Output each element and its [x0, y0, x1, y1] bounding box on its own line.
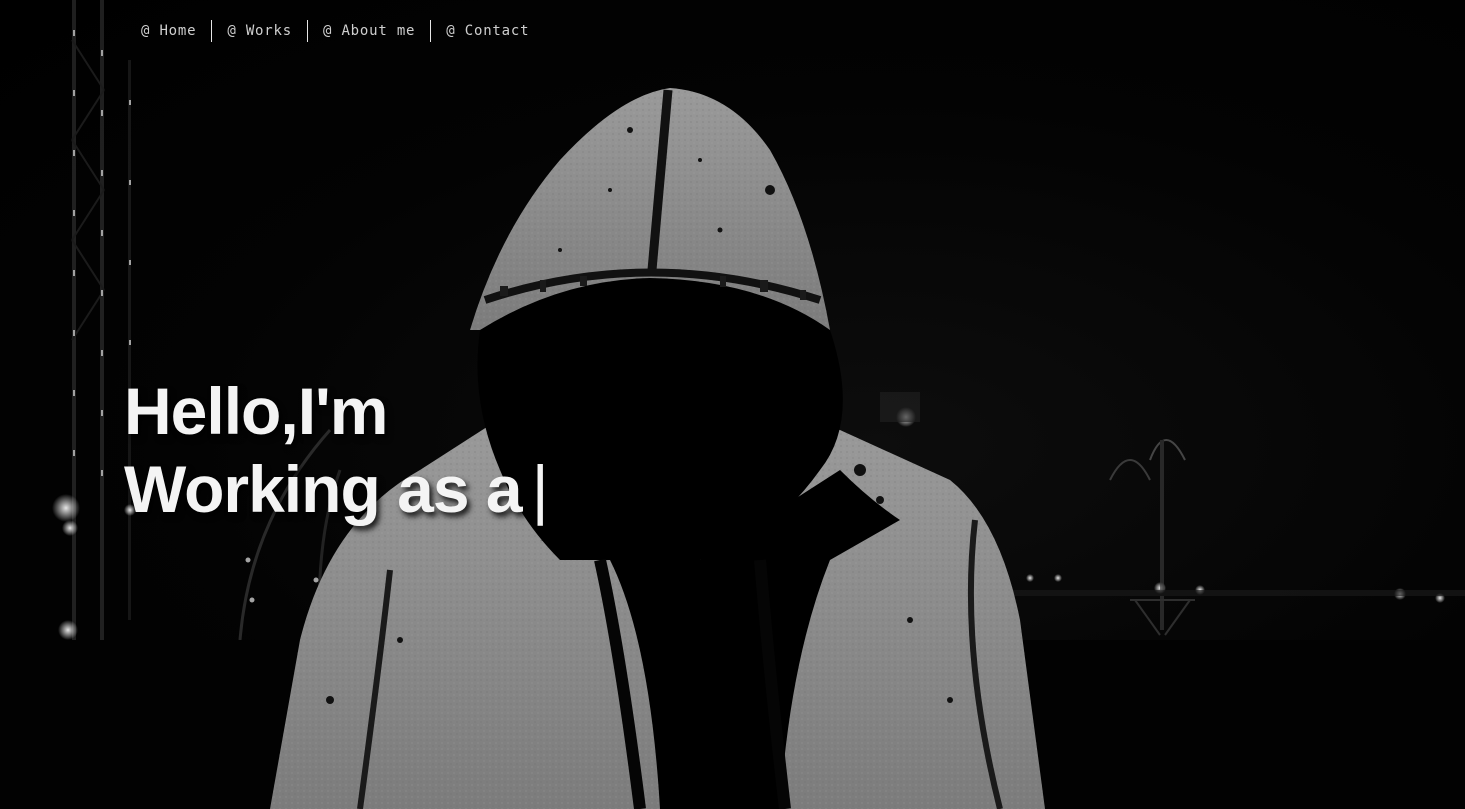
main-nav: @ Home @ Works @ About me @ Contact — [126, 20, 544, 42]
hero-role-prefix: Working as a — [124, 452, 523, 526]
hero-role-line: Working as a | — [124, 450, 549, 528]
nav-item-about[interactable]: @ About me — [306, 20, 430, 42]
hero-greeting: Hello,I'm — [124, 374, 388, 448]
nav-item-home[interactable]: @ Home — [126, 20, 211, 42]
hero-section: @ Home @ Works @ About me @ Contact Hell… — [0, 0, 1465, 809]
nav-item-works[interactable]: @ Works — [211, 20, 307, 42]
nav-item-contact[interactable]: @ Contact — [430, 20, 544, 42]
typing-cursor: | — [531, 452, 549, 526]
tower-left — [71, 0, 131, 640]
hero-heading: Hello,I'm Working as a | — [124, 372, 549, 528]
